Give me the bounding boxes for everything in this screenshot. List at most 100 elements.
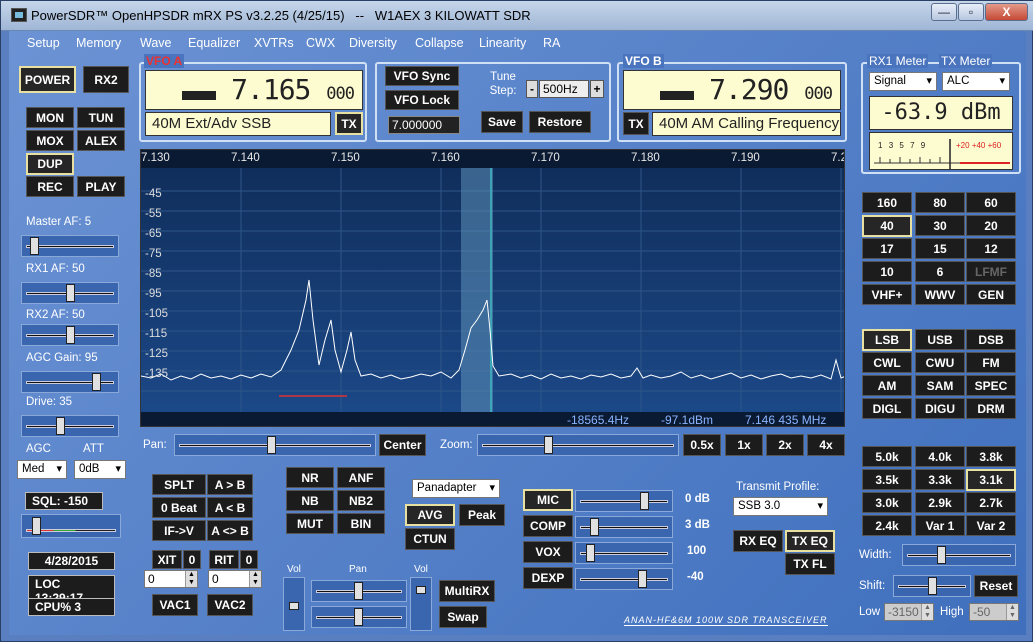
filter-3-1k-button[interactable]: 3.1k bbox=[966, 469, 1016, 491]
mic-button[interactable]: MIC bbox=[523, 489, 573, 511]
b-to-a-button[interactable]: A < B bbox=[207, 497, 253, 518]
rit-button[interactable]: RIT bbox=[209, 550, 239, 569]
comp-button[interactable]: COMP bbox=[523, 515, 573, 537]
tx-profile-select[interactable]: SSB 3.0 bbox=[733, 497, 828, 516]
step-minus-button[interactable]: - bbox=[526, 80, 538, 98]
mon-button[interactable]: MON bbox=[26, 107, 74, 128]
a-swap-b-button[interactable]: A <> B bbox=[207, 520, 253, 541]
att-select[interactable]: 0dB bbox=[74, 460, 126, 479]
mode-usb-button[interactable]: USB bbox=[915, 329, 965, 350]
filter-3-5k-button[interactable]: 3.5k bbox=[862, 469, 912, 490]
vol-rx2-slider[interactable] bbox=[410, 577, 432, 631]
mode-am-button[interactable]: AM bbox=[862, 375, 912, 396]
rx1-meter-select[interactable]: Signal bbox=[869, 72, 937, 91]
vfo-sync-button[interactable]: VFO Sync bbox=[385, 66, 459, 86]
zoom-1x-button[interactable]: 1x bbox=[725, 434, 763, 456]
menu-wave[interactable]: Wave bbox=[140, 36, 172, 50]
multirx-button[interactable]: MultiRX bbox=[439, 580, 495, 602]
mode-cwu-button[interactable]: CWU bbox=[915, 352, 965, 373]
band-160-button[interactable]: 160 bbox=[862, 192, 912, 213]
band-gen-button[interactable]: GEN bbox=[966, 284, 1016, 305]
menu-memory[interactable]: Memory bbox=[76, 36, 121, 50]
vox-button[interactable]: VOX bbox=[523, 541, 573, 563]
nb2-button[interactable]: NB2 bbox=[337, 490, 385, 511]
nb-button[interactable]: NB bbox=[286, 490, 334, 511]
if-to-v-button[interactable]: IF->V bbox=[152, 520, 206, 541]
minimize-button[interactable]: — bbox=[931, 3, 957, 21]
agc-select[interactable]: Med bbox=[17, 460, 67, 479]
tune-step-value[interactable]: 500Hz bbox=[539, 80, 589, 98]
menu-linearity[interactable]: Linearity bbox=[479, 36, 526, 50]
mode-cwl-button[interactable]: CWL bbox=[862, 352, 912, 373]
center-button[interactable]: Center bbox=[379, 434, 426, 456]
filter-3-3k-button[interactable]: 3.3k bbox=[915, 469, 965, 490]
vol-rx1-slider[interactable] bbox=[283, 577, 305, 631]
vfo-lock-button[interactable]: VFO Lock bbox=[385, 90, 459, 110]
save-button[interactable]: Save bbox=[481, 111, 523, 133]
power-button[interactable]: POWER bbox=[19, 66, 76, 93]
anf-button[interactable]: ANF bbox=[337, 467, 385, 488]
rx1-af-slider[interactable] bbox=[21, 282, 119, 304]
band-vhf-button[interactable]: VHF+ bbox=[862, 284, 912, 305]
filter-4-0k-button[interactable]: 4.0k bbox=[915, 446, 965, 467]
mode-lsb-button[interactable]: LSB bbox=[862, 329, 912, 351]
dup-button[interactable]: DUP bbox=[26, 153, 74, 175]
filter-var2-button[interactable]: Var 2 bbox=[966, 515, 1016, 536]
binaural-button[interactable]: BIN bbox=[337, 513, 385, 534]
band-12-button[interactable]: 12 bbox=[966, 238, 1016, 259]
drive-slider[interactable] bbox=[21, 415, 119, 437]
rx2-af-slider[interactable] bbox=[21, 324, 119, 346]
nr-button[interactable]: NR bbox=[286, 467, 334, 488]
filter-2-9k-button[interactable]: 2.9k bbox=[915, 492, 965, 513]
menu-setup[interactable]: Setup bbox=[27, 36, 60, 50]
mute-button[interactable]: MUT bbox=[286, 513, 334, 534]
tun-button[interactable]: TUN bbox=[77, 107, 125, 128]
band-20-button[interactable]: 20 bbox=[966, 215, 1016, 236]
panadapter-display[interactable]: 7.130 7.140 7.150 7.160 7.170 7.180 7.19… bbox=[140, 149, 845, 427]
mode-digu-button[interactable]: DIGU bbox=[915, 398, 965, 419]
rx2-button[interactable]: RX2 bbox=[83, 66, 129, 93]
zoom-4x-button[interactable]: 4x bbox=[807, 434, 845, 456]
zoom-0-5x-button[interactable]: 0.5x bbox=[683, 434, 721, 456]
peak-button[interactable]: Peak bbox=[459, 504, 505, 526]
band-wwv-button[interactable]: WWV bbox=[915, 284, 965, 305]
xit-button[interactable]: XIT bbox=[152, 550, 182, 569]
reset-button[interactable]: Reset bbox=[974, 575, 1018, 597]
zoom-slider[interactable] bbox=[477, 434, 679, 456]
xit-input[interactable]: 0 ▲ ▼ bbox=[144, 570, 198, 588]
dexp-button[interactable]: DEXP bbox=[523, 567, 573, 589]
menu-cwx[interactable]: CWX bbox=[306, 36, 335, 50]
width-slider[interactable] bbox=[902, 544, 1016, 566]
mode-fm-button[interactable]: FM bbox=[966, 352, 1016, 373]
shift-slider[interactable] bbox=[893, 575, 971, 597]
frequency-input[interactable]: 7.000000 bbox=[388, 116, 460, 134]
filter-2-4k-button[interactable]: 2.4k bbox=[862, 515, 912, 536]
display-mode-select[interactable]: Panadapter bbox=[412, 479, 500, 498]
filter-2-7k-button[interactable]: 2.7k bbox=[966, 492, 1016, 513]
band-60-button[interactable]: 60 bbox=[966, 192, 1016, 213]
vfo-a-tx-button[interactable]: TX bbox=[335, 112, 363, 135]
low-input[interactable]: -3150 ▲ ▼ bbox=[884, 603, 934, 621]
dexp-slider[interactable] bbox=[575, 568, 673, 590]
mode-spec-button[interactable]: SPEC bbox=[966, 375, 1016, 396]
tx-filter-button[interactable]: TX FL bbox=[785, 553, 835, 575]
maximize-button[interactable]: ▫ bbox=[958, 3, 984, 21]
filter-3-8k-button[interactable]: 3.8k bbox=[966, 446, 1016, 467]
rit-input[interactable]: 0 ▲ ▼ bbox=[208, 570, 262, 588]
menu-equalizer[interactable]: Equalizer bbox=[188, 36, 240, 50]
mode-sam-button[interactable]: SAM bbox=[915, 375, 965, 396]
band-40-button[interactable]: 40 bbox=[862, 215, 912, 237]
vfo-b-tx-button[interactable]: TX bbox=[623, 112, 649, 135]
vac2-button[interactable]: VAC2 bbox=[207, 594, 253, 616]
vfo-b-frequency[interactable]: 7.290 000 bbox=[623, 70, 841, 110]
zoom-2x-button[interactable]: 2x bbox=[766, 434, 804, 456]
rec-button[interactable]: REC bbox=[26, 176, 74, 197]
swap-button[interactable]: Swap bbox=[439, 606, 487, 628]
high-input[interactable]: -50 ▲ ▼ bbox=[969, 603, 1019, 621]
mode-digl-button[interactable]: DIGL bbox=[862, 398, 912, 419]
mox-button[interactable]: MOX bbox=[26, 130, 74, 151]
a-to-b-button[interactable]: A > B bbox=[207, 474, 253, 495]
step-plus-button[interactable]: + bbox=[590, 80, 604, 98]
avg-button[interactable]: AVG bbox=[405, 504, 455, 526]
split-button[interactable]: SPLT bbox=[152, 474, 206, 495]
